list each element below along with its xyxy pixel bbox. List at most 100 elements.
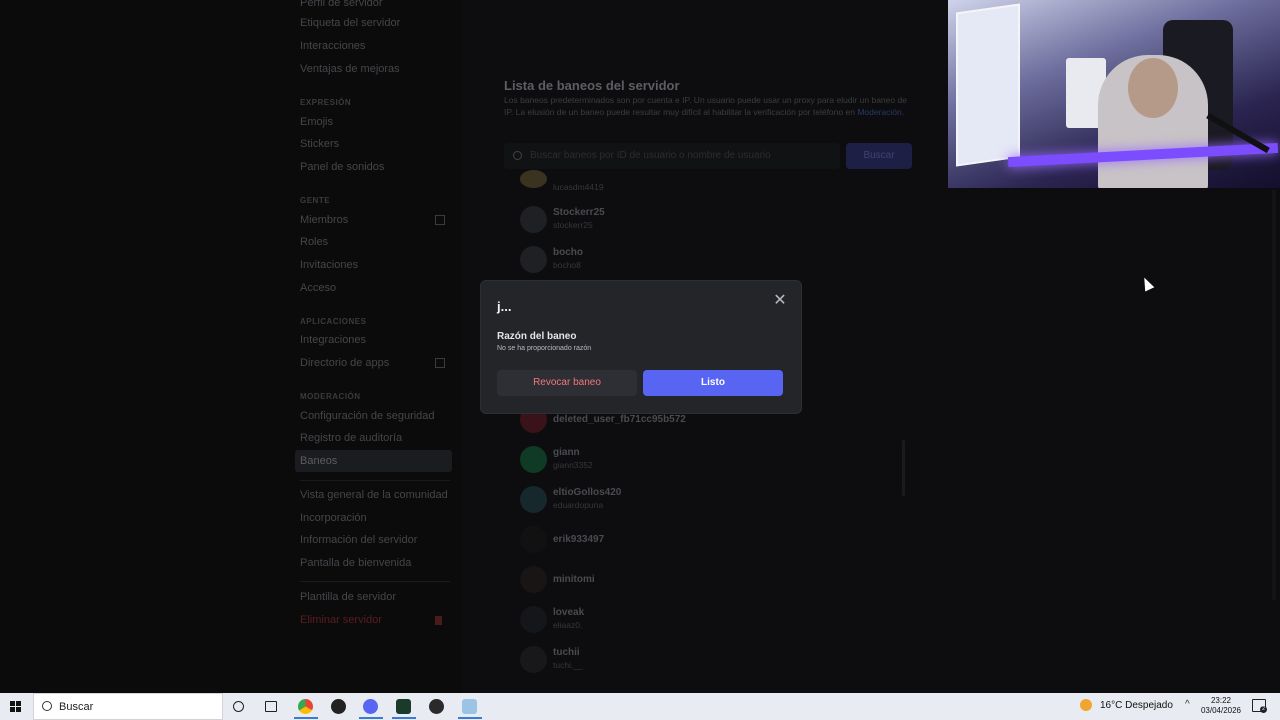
close-icon[interactable]: ✕ [772, 293, 788, 309]
search-icon [513, 151, 522, 160]
clock-time: 23:22 [1210, 696, 1232, 705]
ban-list-item[interactable]: lucasdm4419 [520, 170, 900, 202]
ban-list-scrollbar[interactable] [902, 440, 905, 496]
ban-user-tag: stockerr25 [553, 220, 593, 230]
ban-user-name: Stockerr25 [553, 207, 605, 218]
sidebar-item-emojis[interactable]: Emojis [300, 116, 333, 128]
sidebar-item-safety-setup[interactable]: Configuración de seguridad [300, 410, 435, 422]
ban-user-name: eltioGollos420 [553, 487, 622, 498]
chevron-up-icon[interactable]: ^ [1185, 699, 1190, 710]
discord-avatar-icon [520, 446, 547, 473]
discord-icon[interactable] [363, 699, 378, 714]
sidebar-item-server-profile[interactable]: Perfil de servidor [300, 0, 383, 9]
obs-icon[interactable] [429, 699, 444, 714]
weather-moon-icon [1080, 699, 1092, 711]
avatar [520, 246, 547, 273]
trash-icon [435, 616, 442, 625]
ban-reason-text: No se ha proporcionado razón [497, 345, 592, 352]
sidebar-divider [300, 581, 450, 582]
app-icon[interactable] [331, 699, 346, 714]
external-link-icon [435, 215, 445, 225]
sidebar-item-app-directory[interactable]: Directorio de apps [300, 357, 389, 369]
ban-list-item[interactable]: tuchii tuchi.__ [520, 644, 900, 676]
sidebar-item-roles[interactable]: Roles [300, 236, 328, 248]
taskbar-clock[interactable]: 23:22 03/04/2026 [1198, 696, 1244, 716]
terminal-icon[interactable] [396, 699, 411, 714]
modal-title: j... [497, 299, 512, 314]
ban-list-item[interactable]: bocho bocho8 [520, 244, 900, 276]
avatar [520, 206, 547, 233]
search-button[interactable]: Buscar [846, 143, 912, 169]
revoke-ban-button[interactable]: Revocar baneo [497, 370, 637, 396]
page-title: Lista de baneos del servidor [504, 78, 680, 93]
taskbar-search-text: Buscar [59, 701, 94, 713]
active-app-indicator [392, 717, 416, 719]
search-icon [42, 701, 52, 711]
sidebar-item-boost-perks[interactable]: Ventajas de mejoras [300, 63, 400, 75]
sidebar-item-interactions[interactable]: Interacciones [300, 40, 365, 52]
ban-user-name: tuchii [553, 647, 580, 658]
settings-sidebar: Perfil de servidor Etiqueta del servidor… [0, 0, 462, 693]
sidebar-item-server-tag[interactable]: Etiqueta del servidor [300, 17, 400, 29]
cam-head-shape [1128, 58, 1178, 118]
sidebar-item-server-template[interactable]: Plantilla de servidor [300, 591, 396, 603]
sidebar-item-invites[interactable]: Invitaciones [300, 259, 358, 271]
sidebar-divider [300, 480, 450, 481]
ban-user-tag: eliaaz0. [553, 620, 583, 630]
sidebar-item-onboarding[interactable]: Incorporación [300, 512, 367, 524]
ban-search-placeholder: Buscar baneos por ID de usuario o nombre… [530, 150, 771, 161]
sidebar-section-expression: EXPRESIÓN [300, 98, 352, 107]
ban-list-item[interactable]: eltioGollos420 eduardopuna [520, 484, 900, 516]
avatar [520, 606, 547, 633]
ban-reason-label: Razón del baneo [497, 331, 577, 342]
cam-window-shape [956, 3, 1020, 167]
webcam-overlay [948, 0, 1280, 188]
sidebar-item-access[interactable]: Acceso [300, 282, 336, 294]
sidebar-item-soundboard[interactable]: Panel de sonidos [300, 161, 384, 173]
ban-description-text: Los baneos predeterminados son por cuent… [504, 95, 907, 117]
ban-user-name: bocho [553, 247, 583, 258]
task-view-icon[interactable] [265, 701, 277, 712]
sidebar-item-delete-server[interactable]: Eliminar servidor [300, 614, 382, 626]
ban-list-item[interactable]: Stockerr25 stockerr25 [520, 204, 900, 236]
sidebar-item-members[interactable]: Miembros [300, 214, 348, 226]
page-scrollbar[interactable] [1272, 190, 1276, 600]
app-icon[interactable] [462, 699, 477, 714]
ban-user-tag: eduardopuna [553, 500, 604, 510]
ban-list-item[interactable]: giann giann3352 [520, 444, 900, 476]
avatar [520, 526, 547, 553]
moderation-link[interactable]: Moderación [857, 107, 901, 117]
weather-text[interactable]: 16°C Despejado [1100, 700, 1173, 711]
ban-detail-modal: j... ✕ Razón del baneo No se ha proporci… [480, 280, 802, 414]
sidebar-item-stickers[interactable]: Stickers [300, 138, 339, 150]
sidebar-item-welcome-screen[interactable]: Pantalla de bienvenida [300, 557, 411, 569]
ban-list-item[interactable]: minitomi [520, 564, 900, 596]
active-app-indicator [458, 717, 482, 719]
sidebar-section-moderation: MODERACIÓN [300, 392, 361, 401]
cortana-icon[interactable] [233, 701, 244, 712]
notification-badge: 2 [1260, 706, 1267, 713]
windows-start-icon[interactable] [10, 701, 22, 713]
sidebar-item-bans[interactable]: Baneos [300, 455, 337, 467]
taskbar-search-box[interactable]: Buscar [33, 693, 223, 720]
ban-list-item[interactable]: loveak eliaaz0. [520, 604, 900, 636]
ban-user-tag: tuchi.__ [553, 660, 583, 670]
sidebar-section-people: GENTE [300, 196, 331, 205]
sidebar-item-audit-log[interactable]: Registro de auditoría [300, 432, 402, 444]
avatar [520, 170, 547, 188]
avatar [520, 566, 547, 593]
chrome-icon[interactable] [298, 699, 313, 714]
active-app-indicator [294, 717, 318, 719]
sidebar-section-apps: APLICACIONES [300, 317, 367, 326]
clock-date: 03/04/2026 [1200, 706, 1242, 715]
sidebar-item-server-info[interactable]: Información del servidor [300, 534, 417, 546]
sidebar-item-integrations[interactable]: Integraciones [300, 334, 366, 346]
ban-list-item[interactable]: erik933497 [520, 524, 900, 556]
done-button[interactable]: Listo [643, 370, 783, 396]
windows-taskbar: Buscar 16°C Despejado ^ 23:22 03/04/2026… [0, 693, 1280, 720]
avatar [520, 646, 547, 673]
ban-user-name: deleted_user_fb71cc95b572 [553, 414, 686, 425]
ban-user-tag: bocho8 [553, 260, 581, 270]
ban-user-name: minitomi [553, 574, 595, 585]
sidebar-item-community-overview[interactable]: Vista general de la comunidad [300, 489, 448, 501]
